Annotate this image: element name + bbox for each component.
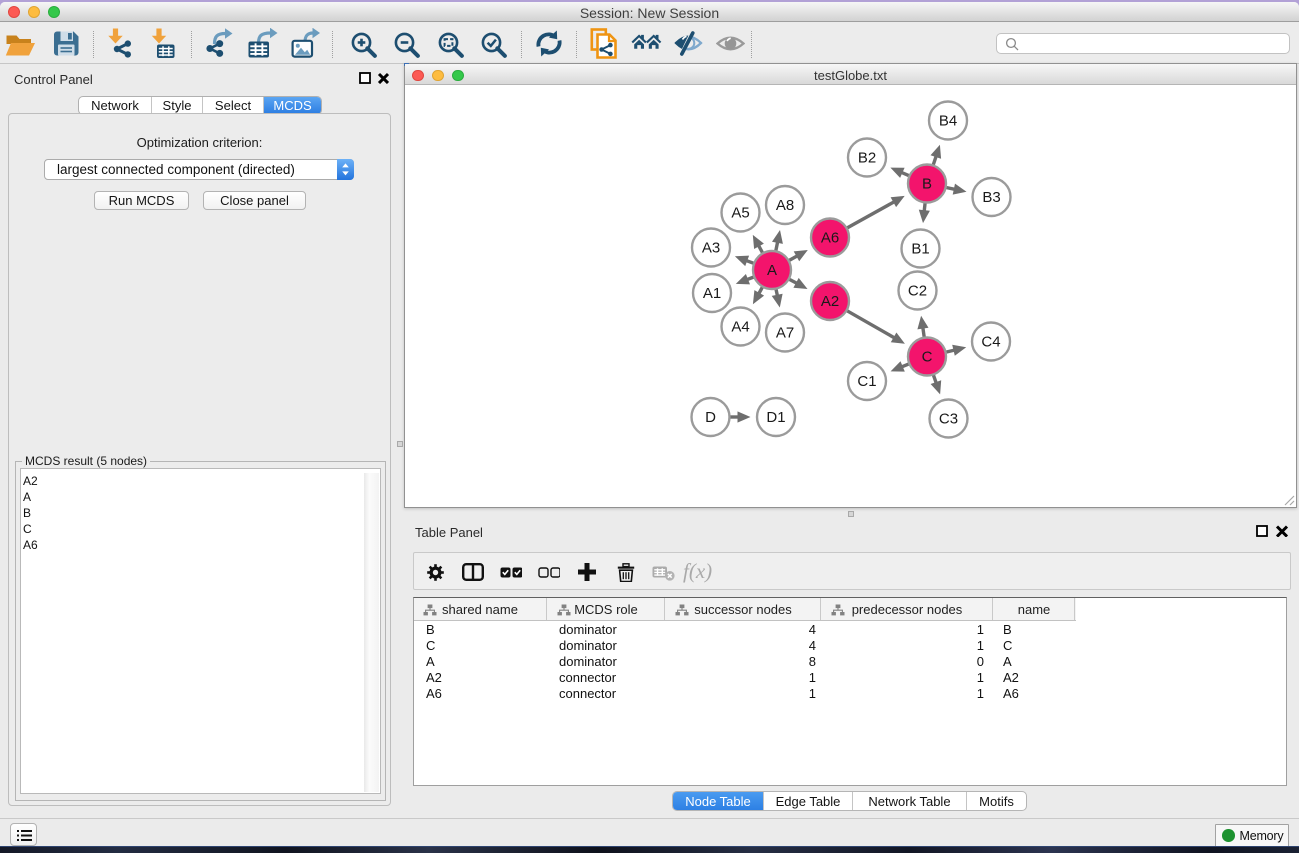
svg-text:B: B xyxy=(922,176,932,193)
svg-text:A3: A3 xyxy=(702,240,720,257)
svg-text:C3: C3 xyxy=(939,411,958,428)
svg-text:A1: A1 xyxy=(703,285,721,302)
svg-text:A6: A6 xyxy=(821,230,839,247)
svg-text:A8: A8 xyxy=(776,197,794,214)
svg-text:C2: C2 xyxy=(908,283,927,300)
svg-text:B2: B2 xyxy=(858,150,876,167)
svg-text:D: D xyxy=(705,409,716,426)
svg-text:C4: C4 xyxy=(981,334,1000,351)
svg-text:D1: D1 xyxy=(766,409,785,426)
svg-text:B1: B1 xyxy=(911,241,929,258)
svg-text:B3: B3 xyxy=(982,189,1000,206)
svg-text:A: A xyxy=(767,262,777,279)
svg-text:A5: A5 xyxy=(731,205,749,222)
svg-text:C1: C1 xyxy=(857,373,876,390)
svg-text:B4: B4 xyxy=(939,113,957,130)
svg-text:A2: A2 xyxy=(821,293,839,310)
svg-text:A7: A7 xyxy=(776,325,794,342)
svg-text:A4: A4 xyxy=(731,319,749,336)
svg-text:C: C xyxy=(922,349,933,366)
